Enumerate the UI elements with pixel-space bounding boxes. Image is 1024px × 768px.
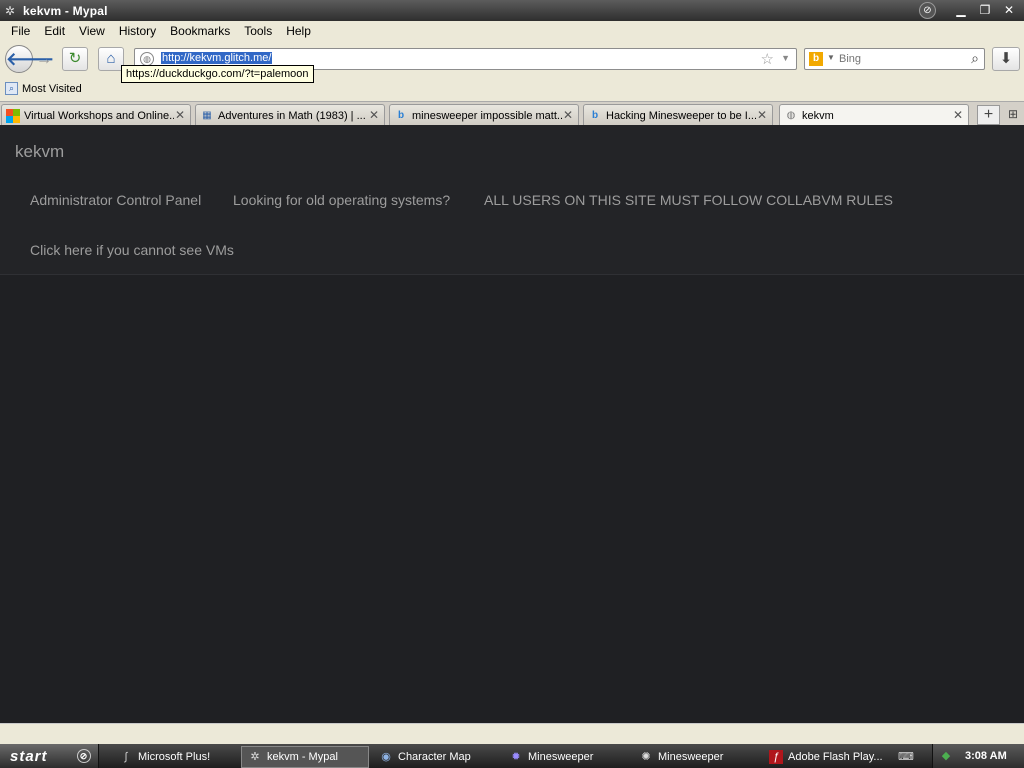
close-tab-icon[interactable]: ✕ [369, 108, 379, 122]
close-tab-icon[interactable]: ✕ [175, 108, 185, 122]
system-tray: ◆ 3:08 AM [932, 744, 1024, 768]
tab-hacking-minesweeper[interactable]: b Hacking Minesweeper to be I... ✕ [583, 104, 773, 126]
task-label: Microsoft Plus! [138, 751, 211, 763]
close-button[interactable]: ✕ [998, 2, 1020, 19]
task-adobe-flash[interactable]: ƒ Adobe Flash Play... [763, 746, 891, 768]
task-label: Minesweeper [528, 751, 594, 763]
bookmark-most-visited[interactable]: ⌕ Most Visited [5, 82, 82, 95]
page-content: kekvm Administrator Control Panel Lookin… [0, 125, 1024, 723]
link-tooltip: https://duckduckgo.com/?t=palemoon [121, 65, 314, 83]
globe-tab-icon: ◍ [786, 109, 796, 121]
collabvm-rules-link[interactable]: ALL USERS ON THIS SITE MUST FOLLOW COLLA… [484, 192, 893, 208]
task-label: Character Map [398, 751, 471, 763]
minimize-button[interactable]: ▁ [950, 2, 972, 19]
task-label: kekvm - Mypal [267, 751, 338, 763]
bookmark-star-icon[interactable]: ☆ [761, 50, 774, 68]
menu-edit[interactable]: Edit [37, 24, 72, 38]
network-icon[interactable]: ◆ [939, 749, 953, 763]
menu-tools[interactable]: Tools [237, 24, 279, 38]
tab-virtual-workshops[interactable]: Virtual Workshops and Online... ✕ [1, 104, 191, 126]
tab-bar: Virtual Workshops and Online... ✕ ▦ Adve… [0, 101, 1024, 126]
clock[interactable]: 3:08 AM [965, 750, 1007, 762]
search-bar[interactable]: b ▼ ⌕ [804, 48, 985, 70]
bing-tab-icon: b [397, 109, 405, 121]
bing-tab-icon: b [591, 109, 599, 121]
window-title: kekvm - Mypal [23, 3, 108, 18]
task-minesweeper-1[interactable]: ✹ Minesweeper [503, 746, 631, 768]
menu-view[interactable]: View [72, 24, 112, 38]
task-microsoft-plus[interactable]: ∫ Microsoft Plus! [113, 746, 241, 768]
task-character-map[interactable]: ◉ Character Map [373, 746, 501, 768]
tab-label: Virtual Workshops and Online... [24, 109, 174, 122]
search-input[interactable] [839, 51, 959, 67]
download-button[interactable]: ⬇ [992, 47, 1020, 71]
mypal-icon: ✲ [250, 751, 260, 763]
menu-file[interactable]: File [4, 24, 37, 38]
start-button[interactable]: start ⊘ [0, 744, 99, 768]
reload-button[interactable]: ↻ [62, 47, 88, 71]
close-tab-icon[interactable]: ✕ [563, 108, 573, 122]
close-tab-icon[interactable]: ✕ [757, 108, 767, 122]
admin-control-panel-link[interactable]: Administrator Control Panel [30, 192, 201, 208]
start-icon: ⊘ [77, 749, 91, 763]
microsoft-logo-icon [6, 108, 20, 123]
old-operating-systems-link[interactable]: Looking for old operating systems? [233, 192, 450, 208]
back-button[interactable]: 🡐 [5, 45, 54, 73]
url-text[interactable]: http://kekvm.glitch.me/ [161, 52, 273, 64]
keyboard-icon[interactable]: ⌨ [898, 750, 914, 764]
most-visited-icon: ⌕ [5, 82, 18, 95]
engine-dropdown-icon[interactable]: ▼ [827, 53, 835, 62]
globe-icon: ◍ [140, 52, 154, 66]
flash-icon: ƒ [769, 750, 783, 764]
tab-kekvm[interactable]: ◍ kekvm ✕ [779, 104, 969, 126]
help-icon[interactable]: ⊘ [919, 2, 936, 19]
tab-label: minesweeper impossible matt... [412, 109, 562, 122]
new-tab-button[interactable]: + [977, 105, 1000, 125]
search-icon[interactable]: ⌕ [971, 50, 979, 67]
tab-label: Adventures in Math (1983) | ... [218, 109, 366, 122]
url-dropdown-icon[interactable]: ▼ [781, 53, 790, 63]
app-icon: ✲ [4, 3, 16, 18]
tab-minesweeper-impossible[interactable]: b minesweeper impossible matt... ✕ [389, 104, 579, 126]
bookmark-label: Most Visited [22, 82, 82, 95]
task-minesweeper-2[interactable]: ✺ Minesweeper [633, 746, 761, 768]
minesweeper-icon: ✹ [511, 751, 521, 763]
character-map-icon: ◉ [381, 751, 391, 763]
menu-bar: File Edit View History Bookmarks Tools H… [0, 21, 1024, 41]
task-kekvm-mypal[interactable]: ✲ kekvm - Mypal [241, 746, 369, 768]
restore-button[interactable]: ❐ [974, 2, 996, 19]
site-brand[interactable]: kekvm [15, 142, 64, 162]
pen-icon: ∫ [124, 751, 128, 763]
taskbar-area: start ⊘ ∫ Microsoft Plus! ✲ kekvm - Mypa… [0, 723, 1024, 768]
task-label: Minesweeper [658, 751, 724, 763]
menu-help[interactable]: Help [279, 24, 318, 38]
tab-adventures-in-math[interactable]: ▦ Adventures in Math (1983) | ... ✕ [195, 104, 385, 126]
tab-label: Hacking Minesweeper to be I... [606, 109, 756, 122]
start-label: start [10, 748, 48, 765]
forward-button[interactable]: → [33, 50, 55, 70]
tab-label: kekvm [802, 109, 834, 122]
cannot-see-vms-link[interactable]: Click here if you cannot see VMs [30, 242, 234, 258]
menu-history[interactable]: History [112, 24, 163, 38]
bing-icon[interactable]: b [809, 52, 823, 66]
menu-bookmarks[interactable]: Bookmarks [163, 24, 237, 38]
film-icon: ▦ [202, 109, 212, 121]
mine-icon: ✺ [641, 751, 651, 763]
task-label: Adobe Flash Play... [788, 751, 883, 763]
tab-list-icon[interactable]: ⊞ [1005, 107, 1021, 123]
title-bar: ✲ kekvm - Mypal ⊘ ▁ ❐ ✕ [0, 0, 1024, 21]
site-navbar: kekvm Administrator Control Panel Lookin… [0, 125, 1024, 275]
close-tab-icon[interactable]: ✕ [953, 108, 963, 122]
